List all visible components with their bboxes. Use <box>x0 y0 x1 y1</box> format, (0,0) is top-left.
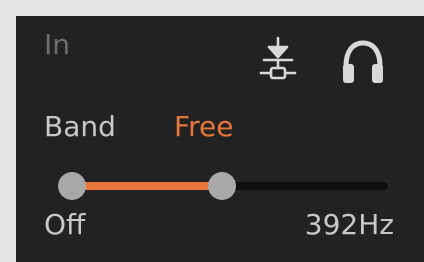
headphones-icon[interactable] <box>340 38 386 86</box>
tuning-fork-icon[interactable] <box>258 36 298 88</box>
range-max-label: 392Hz <box>304 208 394 241</box>
band-label: Band <box>44 110 116 143</box>
slider-low-thumb[interactable] <box>58 172 86 200</box>
range-min-label: Off <box>44 208 86 241</box>
band-mode-value[interactable]: Free <box>174 110 233 144</box>
input-label: In <box>44 28 71 61</box>
slider-high-thumb[interactable] <box>208 172 237 200</box>
slider-range-fill <box>72 182 223 190</box>
band-range-slider[interactable] <box>56 172 396 200</box>
